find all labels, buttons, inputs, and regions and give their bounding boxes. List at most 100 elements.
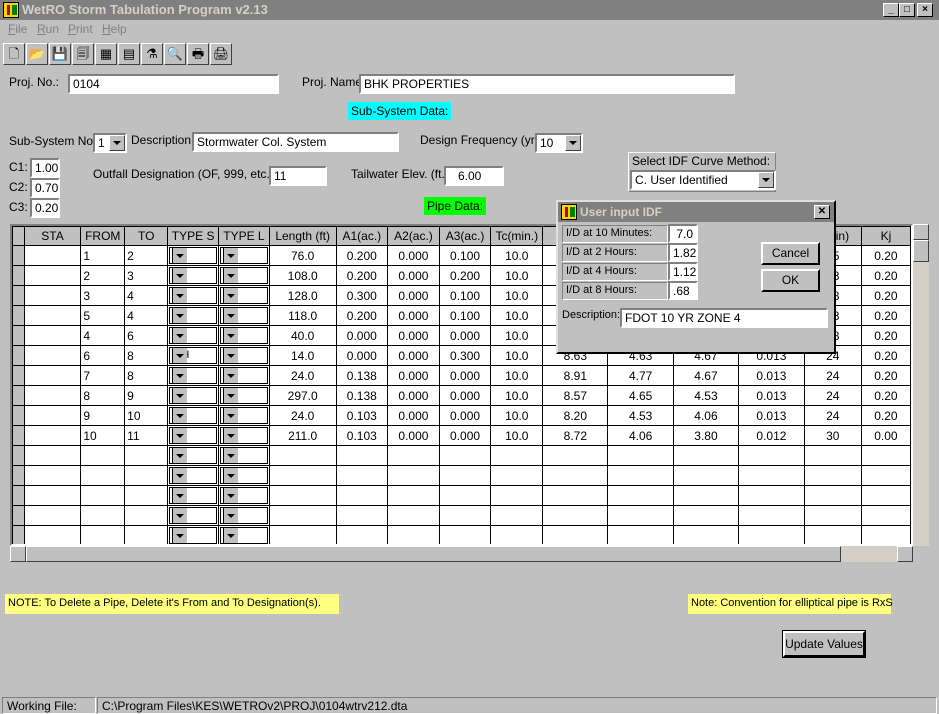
grid-cell[interactable]: 0.20 bbox=[860, 385, 911, 406]
type-l-select[interactable]: M bbox=[218, 285, 270, 306]
grid-cell[interactable]: 10.0 bbox=[490, 405, 544, 426]
cancel-button[interactable]: Cancel bbox=[761, 242, 820, 265]
chevron-down-icon[interactable] bbox=[172, 288, 188, 303]
grid-cell[interactable]: 0.000 bbox=[438, 325, 492, 346]
grid-cell[interactable]: 4 bbox=[124, 285, 169, 306]
grid-cell[interactable] bbox=[672, 485, 740, 506]
grid-cell[interactable]: 0.013 bbox=[738, 385, 805, 406]
cell-dropdown[interactable] bbox=[169, 527, 218, 544]
grid-cell[interactable] bbox=[438, 465, 492, 486]
subsystem-no-select[interactable]: 1 bbox=[93, 133, 127, 153]
grid-cell[interactable]: 0.000 bbox=[387, 345, 440, 366]
row-selector[interactable] bbox=[12, 485, 25, 506]
cell-dropdown[interactable]: M bbox=[220, 427, 268, 444]
grid-cell[interactable]: 0.00 bbox=[860, 425, 911, 446]
grid-cell[interactable] bbox=[438, 485, 492, 506]
type-s-select[interactable]: GI bbox=[167, 305, 220, 326]
grid-cell[interactable] bbox=[23, 285, 82, 306]
row-selector[interactable] bbox=[12, 385, 25, 406]
grid-cell[interactable]: 0.000 bbox=[387, 405, 440, 426]
row-selector[interactable] bbox=[12, 245, 25, 266]
grid-cell[interactable]: 4 bbox=[80, 325, 126, 346]
grid-cell[interactable] bbox=[80, 445, 126, 466]
grid-cell[interactable]: 0.000 bbox=[387, 365, 440, 386]
type-s-select[interactable]: GI bbox=[167, 325, 220, 346]
grid-cell[interactable]: 40.0 bbox=[268, 325, 337, 346]
grid-cell[interactable]: 11 bbox=[124, 425, 169, 446]
type-s-select[interactable] bbox=[167, 525, 220, 544]
chevron-down-icon[interactable] bbox=[223, 388, 239, 403]
type-s-select[interactable] bbox=[167, 485, 220, 506]
grid-cell[interactable]: 24 bbox=[803, 385, 862, 406]
grid-cell[interactable]: 76.0 bbox=[268, 245, 337, 266]
grid-cell[interactable] bbox=[80, 525, 126, 544]
grid-cell[interactable]: 128.0 bbox=[268, 285, 337, 306]
idf-4hr-field[interactable]: 1.12 bbox=[668, 262, 698, 281]
column-header[interactable]: TO bbox=[124, 226, 169, 246]
cell-dropdown[interactable]: M bbox=[220, 307, 268, 324]
table-row[interactable]: 78CIM24.00.1380.0000.00010.08.914.774.67… bbox=[12, 365, 911, 386]
grid-cell[interactable]: 9 bbox=[80, 405, 126, 426]
grid-cell[interactable] bbox=[124, 505, 169, 526]
grid-cell[interactable]: 8 bbox=[124, 345, 169, 366]
grid-cell[interactable] bbox=[542, 445, 609, 466]
cell-dropdown[interactable]: CI bbox=[169, 387, 218, 404]
chevron-down-icon[interactable] bbox=[223, 268, 239, 283]
type-l-select[interactable]: M bbox=[218, 325, 270, 346]
grid-cell[interactable]: 4.06 bbox=[672, 405, 740, 426]
cell-dropdown[interactable]: GI bbox=[169, 267, 218, 284]
chevron-down-icon[interactable] bbox=[223, 348, 239, 363]
table-row[interactable] bbox=[12, 525, 911, 544]
column-header[interactable]: A3(ac.) bbox=[438, 226, 492, 246]
chevron-down-icon[interactable] bbox=[223, 528, 239, 543]
chevron-down-icon[interactable] bbox=[172, 508, 188, 523]
row-selector[interactable] bbox=[12, 425, 25, 446]
grid-cell[interactable] bbox=[860, 485, 911, 506]
chevron-down-icon[interactable] bbox=[223, 488, 239, 503]
type-l-select[interactable] bbox=[218, 465, 270, 486]
chevron-down-icon[interactable] bbox=[172, 368, 188, 383]
grid-cell[interactable]: 10 bbox=[124, 405, 169, 426]
type-l-select[interactable]: M bbox=[218, 425, 270, 446]
grid-cell[interactable]: 0.000 bbox=[387, 325, 440, 346]
grid-cell[interactable] bbox=[23, 505, 82, 526]
grid-cell[interactable] bbox=[738, 505, 805, 526]
grid-cell[interactable] bbox=[490, 445, 544, 466]
grid-cell[interactable] bbox=[860, 525, 911, 544]
grid-cell[interactable]: 10.0 bbox=[490, 305, 544, 326]
cell-dropdown[interactable] bbox=[169, 507, 218, 524]
type-s-select[interactable]: MH bbox=[167, 345, 220, 366]
menu-help[interactable]: Help bbox=[102, 22, 127, 36]
type-l-select[interactable]: M bbox=[218, 405, 270, 426]
type-s-select[interactable] bbox=[167, 505, 220, 526]
idf-description-field[interactable]: FDOT 10 YR ZONE 4 bbox=[620, 308, 828, 328]
cell-dropdown[interactable] bbox=[169, 447, 218, 464]
grid-cell[interactable] bbox=[23, 325, 82, 346]
grid-cell[interactable] bbox=[490, 465, 544, 486]
magnifier-icon[interactable]: 🔍 bbox=[164, 43, 186, 65]
scroll-right-icon[interactable] bbox=[897, 546, 913, 562]
grid-cell[interactable] bbox=[23, 265, 82, 286]
chevron-down-icon[interactable] bbox=[565, 135, 581, 151]
dialog-close-button[interactable]: ✕ bbox=[814, 205, 830, 219]
grid-cell[interactable]: 14.0 bbox=[268, 345, 337, 366]
column-header[interactable]: A1(ac.) bbox=[335, 226, 389, 246]
type-l-select[interactable]: M bbox=[218, 265, 270, 286]
grid-cell[interactable]: 0.20 bbox=[860, 345, 911, 366]
menu-print[interactable]: Print bbox=[68, 22, 93, 36]
type-s-select[interactable]: GI bbox=[167, 285, 220, 306]
grid-cell[interactable]: 8.72 bbox=[542, 425, 609, 446]
cell-dropdown[interactable]: CI bbox=[169, 367, 218, 384]
grid-cell[interactable] bbox=[335, 485, 389, 506]
scroll-up-icon[interactable] bbox=[913, 224, 929, 240]
grid-cell[interactable] bbox=[438, 505, 492, 526]
grid-cell[interactable] bbox=[542, 525, 609, 544]
row-selector[interactable] bbox=[12, 325, 25, 346]
grid-cell[interactable]: 0.20 bbox=[860, 285, 911, 306]
table-row[interactable] bbox=[12, 465, 911, 486]
type-l-select[interactable] bbox=[218, 445, 270, 466]
printer-icon[interactable]: 🖨 bbox=[210, 43, 232, 65]
grid-cell[interactable]: 3 bbox=[124, 265, 169, 286]
grid-cell[interactable]: 4.53 bbox=[672, 385, 740, 406]
grid-cell[interactable]: 0.000 bbox=[438, 385, 492, 406]
